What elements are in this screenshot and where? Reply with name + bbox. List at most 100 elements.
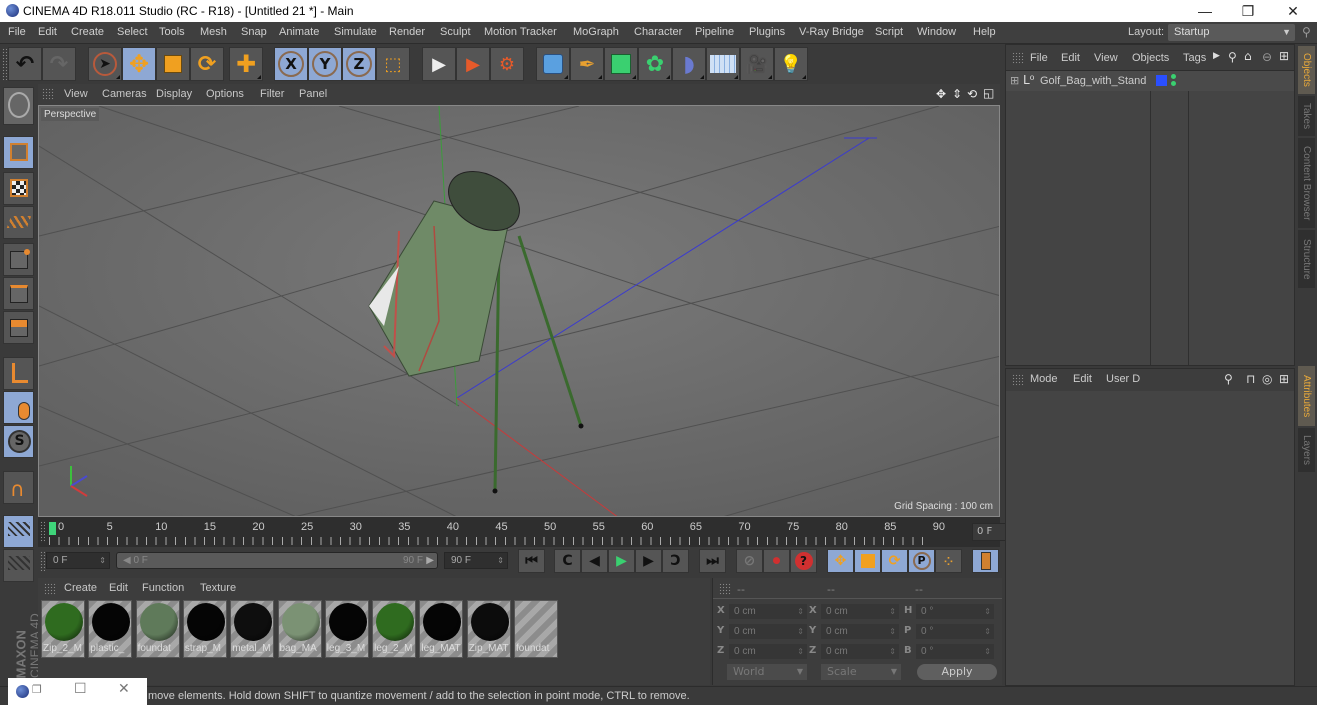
menu-snap[interactable]: Snap xyxy=(241,26,267,38)
move-tool-button[interactable]: ✥ xyxy=(122,47,156,81)
material-swatch[interactable]: Zip_MAT xyxy=(466,600,511,658)
viewport-menu-view[interactable]: View xyxy=(64,88,88,100)
render-visibility-dot[interactable] xyxy=(1171,81,1176,86)
tab-takes[interactable]: Takes xyxy=(1298,96,1315,136)
end-frame-field[interactable]: 90 F ⇕ xyxy=(444,552,508,569)
lock-icon[interactable]: ⊓ xyxy=(1246,372,1255,386)
search-icon[interactable]: ⚲ xyxy=(1224,372,1233,386)
light-button[interactable]: 💡 xyxy=(774,47,808,81)
move-view-icon[interactable]: ✥ xyxy=(936,87,946,101)
record-parameter-button[interactable]: P xyxy=(908,549,935,573)
edges-mode-button[interactable] xyxy=(3,277,34,310)
panel-grip[interactable] xyxy=(44,583,56,595)
layout-select[interactable]: Startup ▼ xyxy=(1168,24,1295,41)
material-menu-create[interactable]: Create xyxy=(64,582,97,594)
subdivision-surface-button[interactable] xyxy=(604,47,638,81)
y-axis-lock-button[interactable]: Y xyxy=(308,47,342,81)
cloner-button[interactable]: ✿ xyxy=(638,47,672,81)
workplane-mode-button[interactable] xyxy=(3,206,34,239)
search-icon[interactable]: ⚲ xyxy=(1228,50,1237,64)
maximize-icon[interactable]: ☐ xyxy=(74,681,87,697)
transport-grip[interactable] xyxy=(40,551,45,571)
object-menu-objects[interactable]: Objects xyxy=(1132,52,1169,64)
timeline-grip[interactable] xyxy=(40,521,45,543)
tweak-mode-button[interactable] xyxy=(3,391,34,424)
viewport-menu-display[interactable]: Display xyxy=(156,88,192,100)
pen-button[interactable]: ✒ xyxy=(570,47,604,81)
link-icon[interactable]: ⊖ xyxy=(1262,50,1272,64)
locked-workplane-button[interactable] xyxy=(3,515,34,548)
viewport-menu-panel[interactable]: Panel xyxy=(299,88,327,100)
menu-render[interactable]: Render xyxy=(389,26,425,38)
menu-tools[interactable]: Tools xyxy=(159,26,185,38)
previous-key-button[interactable]: C xyxy=(554,549,581,573)
search-icon[interactable]: ⚲ xyxy=(1302,25,1311,39)
object-menu-edit[interactable]: Edit xyxy=(1061,52,1080,64)
tab-attributes[interactable]: Attributes xyxy=(1298,366,1315,426)
render-settings-button[interactable]: ⚙ xyxy=(490,47,524,81)
layout-sphere-button[interactable] xyxy=(3,87,34,125)
material-menu-function[interactable]: Function xyxy=(142,582,184,594)
rotate-tool-button[interactable]: ⟳ xyxy=(190,47,224,81)
material-swatch[interactable]: metal_M xyxy=(230,600,275,658)
recent-tool-button[interactable]: ✚ xyxy=(229,47,263,81)
timeline-scheme-button[interactable] xyxy=(972,549,999,573)
solo-mode-button[interactable]: S xyxy=(3,425,34,458)
next-key-button[interactable]: Ↄ xyxy=(662,549,689,573)
points-mode-button[interactable] xyxy=(3,243,34,276)
render-picture-viewer-button[interactable]: ▶ xyxy=(456,47,490,81)
attribute-menu-edit[interactable]: Edit xyxy=(1073,373,1092,385)
object-name[interactable]: Golf_Bag_with_Stand xyxy=(1040,75,1146,87)
redo-button[interactable]: ↷ xyxy=(42,47,76,81)
frame-range-slider[interactable]: ◀ 0 F 90 F ▶ xyxy=(116,552,438,569)
tab-layers[interactable]: Layers xyxy=(1298,428,1315,472)
menu-plugins[interactable]: Plugins xyxy=(749,26,785,38)
viewport-menu-options[interactable]: Options xyxy=(206,88,244,100)
viewport-menu-filter[interactable]: Filter xyxy=(260,88,284,100)
layer-color-swatch[interactable] xyxy=(1156,75,1167,86)
panel-grip[interactable] xyxy=(42,88,54,100)
object-row[interactable]: ⊞ L⁰ Golf_Bag_with_Stand xyxy=(1006,71,1294,91)
autokey-button[interactable]: ⏺ xyxy=(763,549,790,573)
timeline-ruler[interactable]: 0 5 10 15 20 25 30 35 40 45 50 55 60 65 70 75 80 85 90 0 F… xyxy=(38,517,1034,547)
record-scale-button[interactable] xyxy=(854,549,881,573)
zoom-view-icon[interactable]: ⇕ xyxy=(952,87,962,101)
panel-grip[interactable] xyxy=(1012,52,1024,64)
menu-vray-bridge[interactable]: V-Ray Bridge xyxy=(799,26,864,38)
menu-sculpt[interactable]: Sculpt xyxy=(440,26,471,38)
polygons-mode-button[interactable] xyxy=(3,311,34,344)
attribute-menu-user-data[interactable]: User D xyxy=(1106,373,1140,385)
menu-window[interactable]: Window xyxy=(917,26,956,38)
viewport-3d[interactable]: Perspective Grid Spacing : 100 cm xyxy=(38,105,1000,517)
target-icon[interactable]: ◎ xyxy=(1262,372,1272,386)
coordinate-field[interactable]: 0 cm ⇕ xyxy=(821,644,899,659)
play-button[interactable]: ▶ xyxy=(608,549,635,573)
panel-grip[interactable] xyxy=(1012,374,1024,386)
render-view-button[interactable]: ▶ xyxy=(422,47,456,81)
start-frame-field[interactable]: 0 F ⇕ xyxy=(46,552,110,569)
restore-icon[interactable]: ❐ xyxy=(32,683,42,696)
new-panel-icon[interactable]: ⊞ xyxy=(1279,372,1289,386)
playhead[interactable] xyxy=(49,522,56,535)
editor-visibility-dot[interactable] xyxy=(1171,74,1176,79)
toolbar-grip[interactable] xyxy=(2,48,7,80)
material-swatch[interactable]: plastic_ xyxy=(88,600,133,658)
menu-mograph[interactable]: MoGraph xyxy=(573,26,619,38)
maximize-view-icon[interactable]: ◱ xyxy=(983,86,994,100)
new-panel-icon[interactable]: ⊞ xyxy=(1279,49,1289,63)
coordinate-field[interactable]: 0 ° ⇕ xyxy=(916,624,994,639)
material-swatch[interactable]: strap_M xyxy=(182,600,227,658)
transform-mode-select[interactable]: Scale ▼ xyxy=(821,664,901,680)
rotate-view-icon[interactable]: ⟲ xyxy=(967,87,977,101)
live-selection-button[interactable]: ➤ xyxy=(88,47,122,81)
object-menu-tags[interactable]: Tags xyxy=(1183,52,1206,64)
material-swatch[interactable]: leg_MAT xyxy=(419,600,464,658)
x-axis-lock-button[interactable]: X xyxy=(274,47,308,81)
object-menu-file[interactable]: File xyxy=(1030,52,1048,64)
menu-animate[interactable]: Animate xyxy=(279,26,319,38)
tab-objects[interactable]: Objects xyxy=(1298,46,1315,94)
menu-simulate[interactable]: Simulate xyxy=(334,26,377,38)
model-mode-button[interactable] xyxy=(3,136,34,169)
axis-mode-button[interactable] xyxy=(3,357,34,390)
tab-content-browser[interactable]: Content Browser xyxy=(1298,138,1315,228)
